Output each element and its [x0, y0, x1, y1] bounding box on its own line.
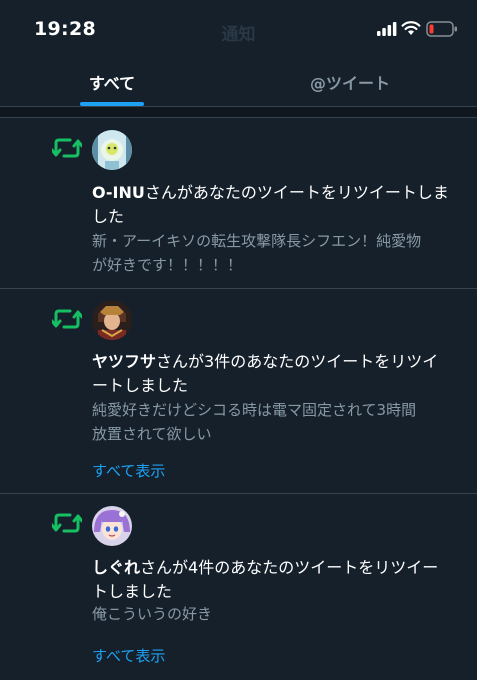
wifi-icon — [401, 21, 421, 35]
notification-item[interactable]: O-INUさんがあなたのツイートをリツイートしま した 新・アーイキソの転生攻撃… — [0, 118, 477, 288]
retweet-icon — [52, 513, 82, 533]
tweet-preview: 俺こういうの好き — [92, 605, 213, 623]
user-name[interactable]: ヤツフサ — [92, 352, 156, 371]
status-bar: 19:28 通知 — [0, 0, 477, 60]
battery-icon — [426, 21, 457, 37]
notification-item[interactable]: しぐれさんが4件のあなたのツイートをリツイー トしました 俺こういうの好き すべ… — [0, 494, 477, 680]
retweet-icon — [52, 138, 82, 158]
notification-text: O-INUさんがあなたのツイートをリツイートしま した — [92, 183, 449, 226]
tweet-preview: 新・アーイキソの転生攻撃隊長シフエン！純愛物 が好きです！！！！！ — [92, 232, 422, 274]
avatar[interactable] — [92, 130, 132, 170]
section-gap — [0, 107, 477, 117]
notification-tabs: すべて @ツイート — [0, 60, 477, 106]
notification-text: ヤツフサさんが3件のあなたのツイートをリツイ ートしました — [92, 352, 439, 395]
avatar[interactable] — [92, 300, 132, 340]
tab-all[interactable]: すべて — [70, 70, 154, 94]
avatar[interactable] — [92, 506, 132, 546]
retweet-icon — [52, 309, 82, 329]
user-name[interactable]: しぐれ — [92, 558, 140, 577]
show-all-link[interactable]: すべて表示 — [92, 645, 165, 666]
tweet-preview: 純愛好きだけどシコる時は電マ固定されて3時間 放置されて欲しい — [92, 401, 417, 443]
cellular-signal-icon — [377, 22, 397, 36]
notification-text: しぐれさんが4件のあなたのツイートをリツイー トしました — [92, 558, 439, 601]
notification-item[interactable]: ヤツフサさんが3件のあなたのツイートをリツイ ートしました 純愛好きだけどシコる… — [0, 289, 477, 493]
tab-mentions[interactable]: @ツイート — [290, 70, 410, 94]
show-all-link[interactable]: すべて表示 — [92, 460, 165, 481]
user-name[interactable]: O-INU — [92, 183, 145, 202]
